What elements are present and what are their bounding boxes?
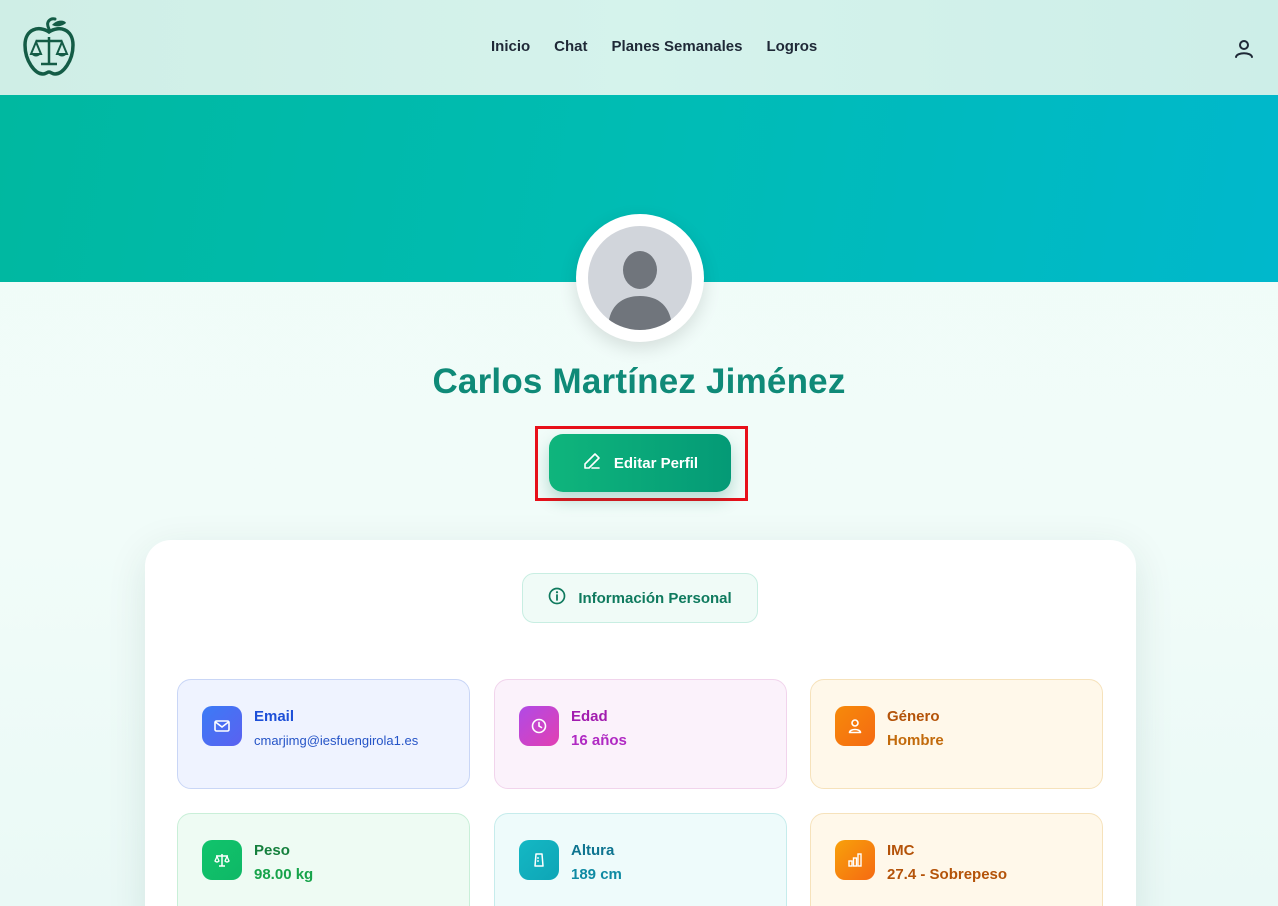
weight-value: 98.00 kg: [254, 866, 314, 883]
email-tile: Email cmarjimg@iesfuengirola1.es: [177, 679, 470, 789]
gender-label: Género: [887, 708, 940, 725]
main-nav: Inicio Chat Planes Semanales Logros: [491, 38, 817, 55]
bmi-label: IMC: [887, 842, 915, 859]
gender-tile: Género Hombre: [810, 679, 1103, 789]
height-label: Altura: [571, 842, 615, 859]
section-title-label: Información Personal: [578, 589, 732, 607]
scale-icon: [202, 840, 242, 880]
bmi-value: 27.4 - Sobrepeso: [887, 866, 1008, 883]
email-value: cmarjimg@iesfuengirola1.es: [254, 733, 419, 748]
bmi-tile: IMC 27.4 - Sobrepeso: [810, 813, 1103, 906]
profile-name: Carlos Martínez Jiménez: [432, 362, 846, 401]
nav-chat[interactable]: Chat: [554, 38, 587, 55]
edit-profile-label: Editar Perfil: [613, 454, 699, 472]
weight-tile: Peso 98.00 kg: [177, 813, 470, 906]
bar-chart-icon: [835, 840, 875, 880]
age-tile: Edad 16 años: [494, 679, 787, 789]
nav-planes-semanales[interactable]: Planes Semanales: [612, 38, 743, 55]
height-tile: Altura 189 cm: [494, 813, 787, 906]
nav-inicio[interactable]: Inicio: [491, 38, 530, 55]
nav-logros[interactable]: Logros: [766, 38, 817, 55]
height-value: 189 cm: [571, 866, 622, 883]
user-icon[interactable]: [1233, 38, 1255, 60]
avatar-placeholder-icon: [588, 226, 692, 330]
ruler-icon: [519, 840, 559, 880]
weight-label: Peso: [254, 842, 290, 859]
top-navbar: Inicio Chat Planes Semanales Logros: [0, 0, 1278, 95]
gender-value: Hombre: [887, 732, 944, 749]
apple-scale-logo-icon[interactable]: [21, 17, 77, 77]
person-icon: [835, 706, 875, 746]
edit-profile-button[interactable]: Editar Perfil: [549, 434, 731, 492]
info-icon: [548, 587, 566, 609]
clock-icon: [519, 706, 559, 746]
email-label: Email: [254, 708, 295, 725]
personal-info-card: Información Personal Email cmarjimg@iesf…: [145, 540, 1136, 906]
section-title: Información Personal: [522, 573, 758, 623]
age-value: 16 años: [571, 732, 627, 749]
pencil-icon: [582, 451, 602, 475]
avatar: [576, 214, 704, 342]
mail-icon: [202, 706, 242, 746]
age-label: Edad: [571, 708, 608, 725]
